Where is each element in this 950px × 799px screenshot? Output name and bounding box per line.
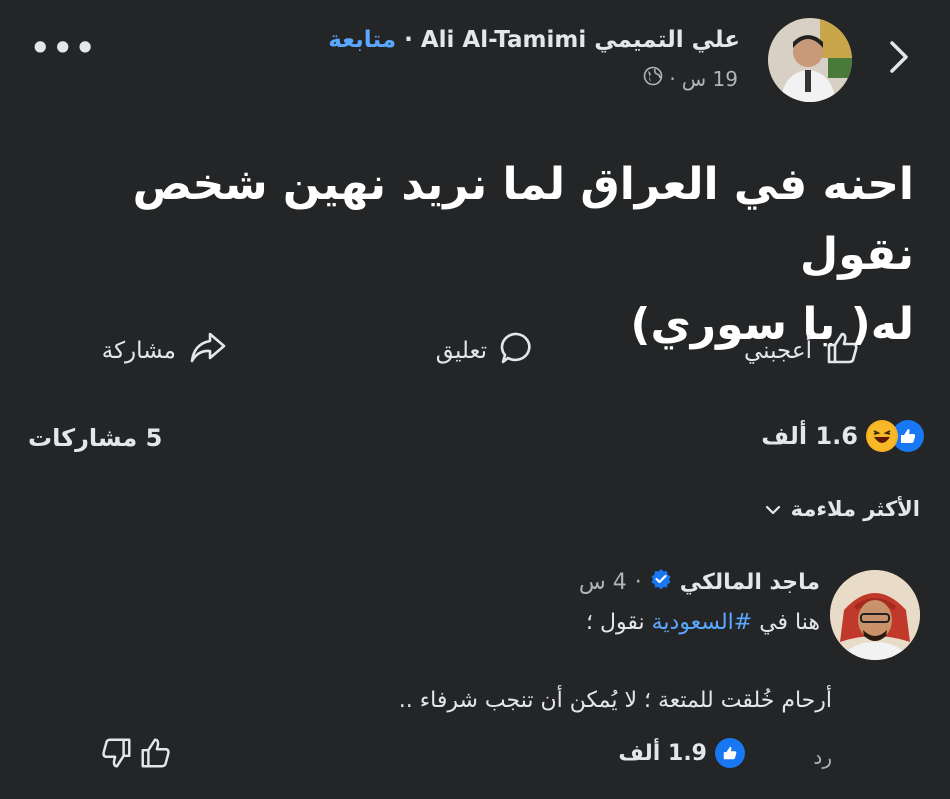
comment-time[interactable]: 4 س — [579, 570, 627, 595]
author-name-arabic[interactable]: علي التميمي — [594, 27, 740, 53]
comment-bubble-icon — [499, 330, 535, 372]
chevron-down-icon — [765, 497, 781, 521]
verified-badge-icon — [650, 568, 672, 596]
share-arrow-icon — [188, 330, 228, 372]
follow-link[interactable]: متابعة — [328, 27, 396, 53]
shares-count[interactable]: 5 مشاركات — [28, 424, 162, 452]
comment-header: ماجد المالكي · 4 س — [579, 568, 820, 596]
comment-likes[interactable]: 1.9 ألف — [618, 738, 745, 768]
like-button[interactable]: أعجبني — [744, 330, 860, 372]
back-chevron-icon[interactable] — [888, 40, 910, 73]
comment-text-prefix: هنا في — [752, 610, 820, 635]
thumbs-down-icon[interactable] — [100, 736, 134, 774]
commenter-avatar[interactable] — [830, 570, 920, 660]
reactions-summary[interactable]: 1.6 ألف — [761, 420, 924, 452]
separator-dot: · — [634, 569, 642, 595]
share-button[interactable]: مشاركة — [102, 330, 228, 372]
like-reaction-icon — [715, 738, 745, 768]
comment-label: تعليق — [435, 338, 487, 364]
comment-button[interactable]: تعليق — [436, 330, 535, 372]
thumbs-up-icon[interactable] — [138, 736, 172, 774]
hashtag-link[interactable]: #السعودية — [652, 610, 753, 635]
post-time[interactable]: 19 س — [682, 67, 738, 91]
comment-text-line-2: أرحام خُلقت للمتعة ؛ لا يُمكن أن تنجب شر… — [398, 688, 832, 713]
sort-label: الأكثر ملاءمة — [790, 497, 920, 521]
comment-text-line-1: هنا في #السعودية نقول ؛ — [586, 610, 820, 635]
comment-vote-buttons — [100, 736, 172, 774]
comment-sort-dropdown[interactable]: الأكثر ملاءمة — [765, 497, 920, 521]
comment-text-suffix: نقول ؛ — [586, 610, 652, 635]
comment-likes-count: 1.9 ألف — [618, 740, 707, 766]
share-label: مشاركة — [101, 338, 176, 364]
like-label: أعجبني — [743, 338, 812, 364]
author-line: علي التميمي Ali Al-Tamimi · متابعة — [328, 27, 740, 53]
haha-reaction-icon — [866, 420, 898, 452]
post-meta: 19 س · — [643, 66, 738, 91]
post-text-line-1: احنه في العراق لما نريد نهين شخص نقول — [132, 159, 914, 280]
commenter-name[interactable]: ماجد المالكي — [680, 570, 820, 595]
separator-dot: · — [404, 27, 413, 53]
separator-dot: · — [669, 66, 676, 91]
reactions-count: 1.6 ألف — [761, 422, 858, 450]
reply-button[interactable]: رد — [813, 745, 832, 769]
globe-icon — [643, 66, 663, 91]
post-text: احنه في العراق لما نريد نهين شخص نقول له… — [34, 150, 914, 360]
author-avatar[interactable] — [768, 18, 852, 102]
thumbs-up-icon — [824, 330, 860, 372]
more-options-icon[interactable]: ••• — [30, 32, 97, 64]
author-name-latin[interactable]: Ali Al-Tamimi — [421, 27, 586, 53]
